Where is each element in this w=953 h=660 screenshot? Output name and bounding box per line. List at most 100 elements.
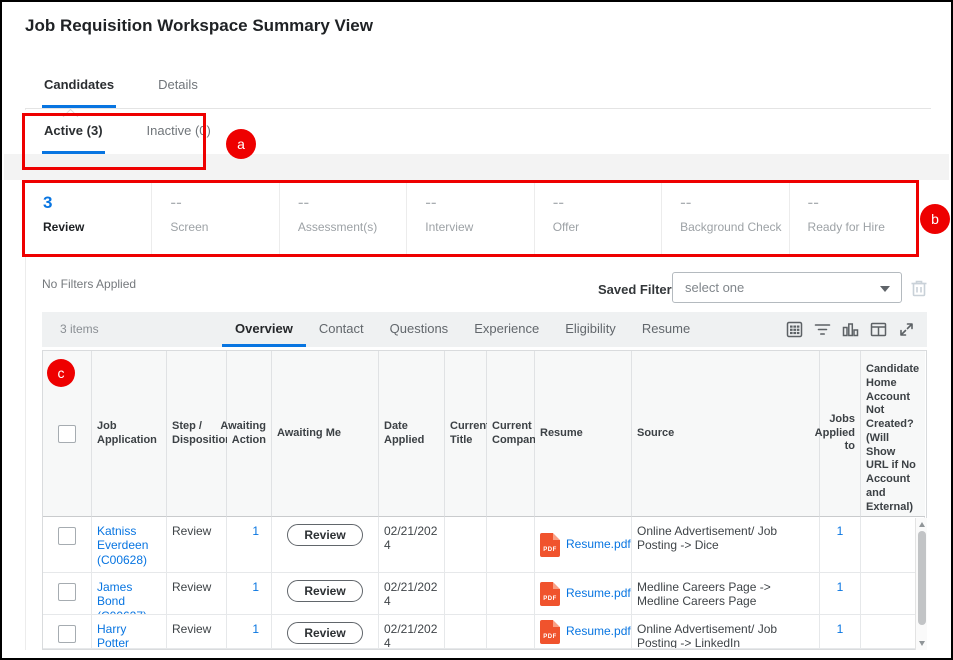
scrollbar-thumb[interactable] [918,531,926,625]
cell-step-disposition: Review [167,573,227,615]
review-button[interactable]: Review [287,622,362,644]
stage-background-check-count: -- [680,193,788,213]
stage-screen[interactable]: -- Screen [151,183,278,254]
view-tab-eligibility[interactable]: Eligibility [552,312,629,347]
cell-jobs-applied-to: 1 [820,615,861,649]
annotation-marker-c: c [47,359,75,387]
cell-awaiting-me: Review [272,615,379,649]
row-checkbox[interactable] [58,583,76,601]
awaiting-action-link[interactable]: 1 [252,580,259,594]
cell-awaiting-action: 1 [227,517,272,573]
no-filters-applied-text: No Filters Applied [42,277,136,291]
column-header-current-company[interactable]: Current Company [487,351,535,517]
awaiting-action-link[interactable]: 1 [252,622,259,636]
awaiting-action-link[interactable]: 1 [252,524,259,538]
cell-current-title [445,615,487,649]
cell-date-applied: 02/21/2024 [379,517,445,573]
jobs-applied-link[interactable]: 1 [837,622,844,636]
view-tab-overview[interactable]: Overview [222,312,306,347]
column-header-source[interactable]: Source [632,351,820,517]
job-requisition-workspace-window: Job Requisition Workspace Summary View C… [0,0,953,660]
table-row-checkbox-cell [43,517,92,573]
resume-link[interactable]: Resume.pdf [566,624,631,638]
stage-background-check-label: Background Check [680,220,788,234]
candidate-pipeline-stages: 3 Review -- Screen -- Assessment(s) -- I… [22,180,919,257]
stage-ready-for-hire[interactable]: -- Ready for Hire [789,183,916,254]
view-tab-contact[interactable]: Contact [306,312,377,347]
data-grid-icon[interactable] [786,321,803,338]
resume-link[interactable]: Resume.pdf [566,537,631,551]
saved-filters-dropdown[interactable]: select one [672,272,902,303]
select-all-checkbox[interactable] [58,425,76,443]
table-vertical-scrollbar[interactable] [915,518,927,650]
cell-resume: Resume.pdf [535,573,632,615]
saved-filters-value: select one [685,280,744,295]
cell-awaiting-action: 1 [227,615,272,649]
stage-assessments[interactable]: -- Assessment(s) [279,183,406,254]
cell-job-application: James Bond (C00627) [92,573,167,615]
candidate-link[interactable]: James Bond (C00627) [97,580,147,615]
view-tab-questions[interactable]: Questions [377,312,462,347]
expand-icon[interactable] [898,321,915,338]
scroll-up-arrow-icon[interactable] [919,522,925,527]
jobs-applied-link[interactable]: 1 [837,524,844,538]
cell-awaiting-action: 1 [227,573,272,615]
stage-assessments-count: -- [298,193,406,213]
pdf-file-icon [540,533,560,557]
stage-offer-count: -- [553,193,661,213]
view-tab-experience[interactable]: Experience [461,312,552,347]
tab-inactive-label: Inactive (0) [147,123,211,138]
cell-step-disposition: Review [167,517,227,573]
stage-background-check[interactable]: -- Background Check [661,183,788,254]
tab-inactive-candidates[interactable]: Inactive (0) [145,110,213,154]
main-tab-bar: Candidates Details [25,64,931,109]
tab-details-label: Details [158,77,198,92]
view-tab-resume[interactable]: Resume [629,312,703,347]
stage-interview[interactable]: -- Interview [406,183,533,254]
column-header-awaiting-action[interactable]: Awaiting Action [227,351,272,517]
column-header-candidate-home-account[interactable]: Candidate Home Account Not Created? (Wil… [861,351,925,517]
cell-source: Medline Careers Page -> Medline Careers … [632,573,820,615]
filter-icon[interactable] [814,321,831,338]
scroll-down-arrow-icon[interactable] [919,641,925,646]
cell-awaiting-me: Review [272,573,379,615]
jobs-applied-link[interactable]: 1 [837,580,844,594]
stage-screen-label: Screen [170,220,278,234]
stage-offer[interactable]: -- Offer [534,183,661,254]
row-checkbox[interactable] [58,527,76,545]
stage-screen-count: -- [170,193,278,213]
stage-review[interactable]: 3 Review [25,183,151,254]
view-tab-bar: Overview Contact Questions Experience El… [222,312,703,347]
tab-details[interactable]: Details [156,64,200,108]
annotation-letter-b: b [931,211,939,227]
column-header-job-application[interactable]: Job Application [92,351,167,517]
resume-link[interactable]: Resume.pdf [566,586,631,600]
stage-ready-for-hire-label: Ready for Hire [808,220,916,234]
candidate-link[interactable]: Katniss Everdeen (C00628) [97,524,148,567]
delete-filter-icon[interactable] [909,278,929,298]
cell-date-applied: 02/21/2024 [379,615,445,649]
cell-awaiting-me: Review [272,517,379,573]
column-header-date-applied[interactable]: Date Applied [379,351,445,517]
chevron-down-icon [880,286,890,292]
cell-step-disposition: Review [167,615,227,649]
review-button[interactable]: Review [287,580,362,602]
review-button[interactable]: Review [287,524,362,546]
cell-current-title [445,517,487,573]
cell-source: Online Advertisement/ Job Posting -> Lin… [632,615,820,649]
column-header-awaiting-me[interactable]: Awaiting Me [272,351,379,517]
column-header-step-disposition[interactable]: Step / Disposition [167,351,227,517]
cell-job-application: Harry Potter (C00626) [92,615,167,649]
cell-jobs-applied-to: 1 [820,573,861,615]
row-checkbox[interactable] [58,625,76,643]
candidate-link[interactable]: Harry Potter (C00626) [97,622,147,649]
column-layout-icon[interactable] [870,321,887,338]
cell-source: Online Advertisement/ Job Posting -> Dic… [632,517,820,573]
stage-interview-count: -- [425,193,533,213]
tab-candidates[interactable]: Candidates [42,64,116,108]
bar-chart-icon[interactable] [842,321,859,338]
annotation-letter-a: a [237,136,245,152]
column-header-current-title[interactable]: Current Title [445,351,487,517]
column-header-resume[interactable]: Resume [535,351,632,517]
column-header-jobs-applied-to[interactable]: Jobs Applied to [820,351,861,517]
